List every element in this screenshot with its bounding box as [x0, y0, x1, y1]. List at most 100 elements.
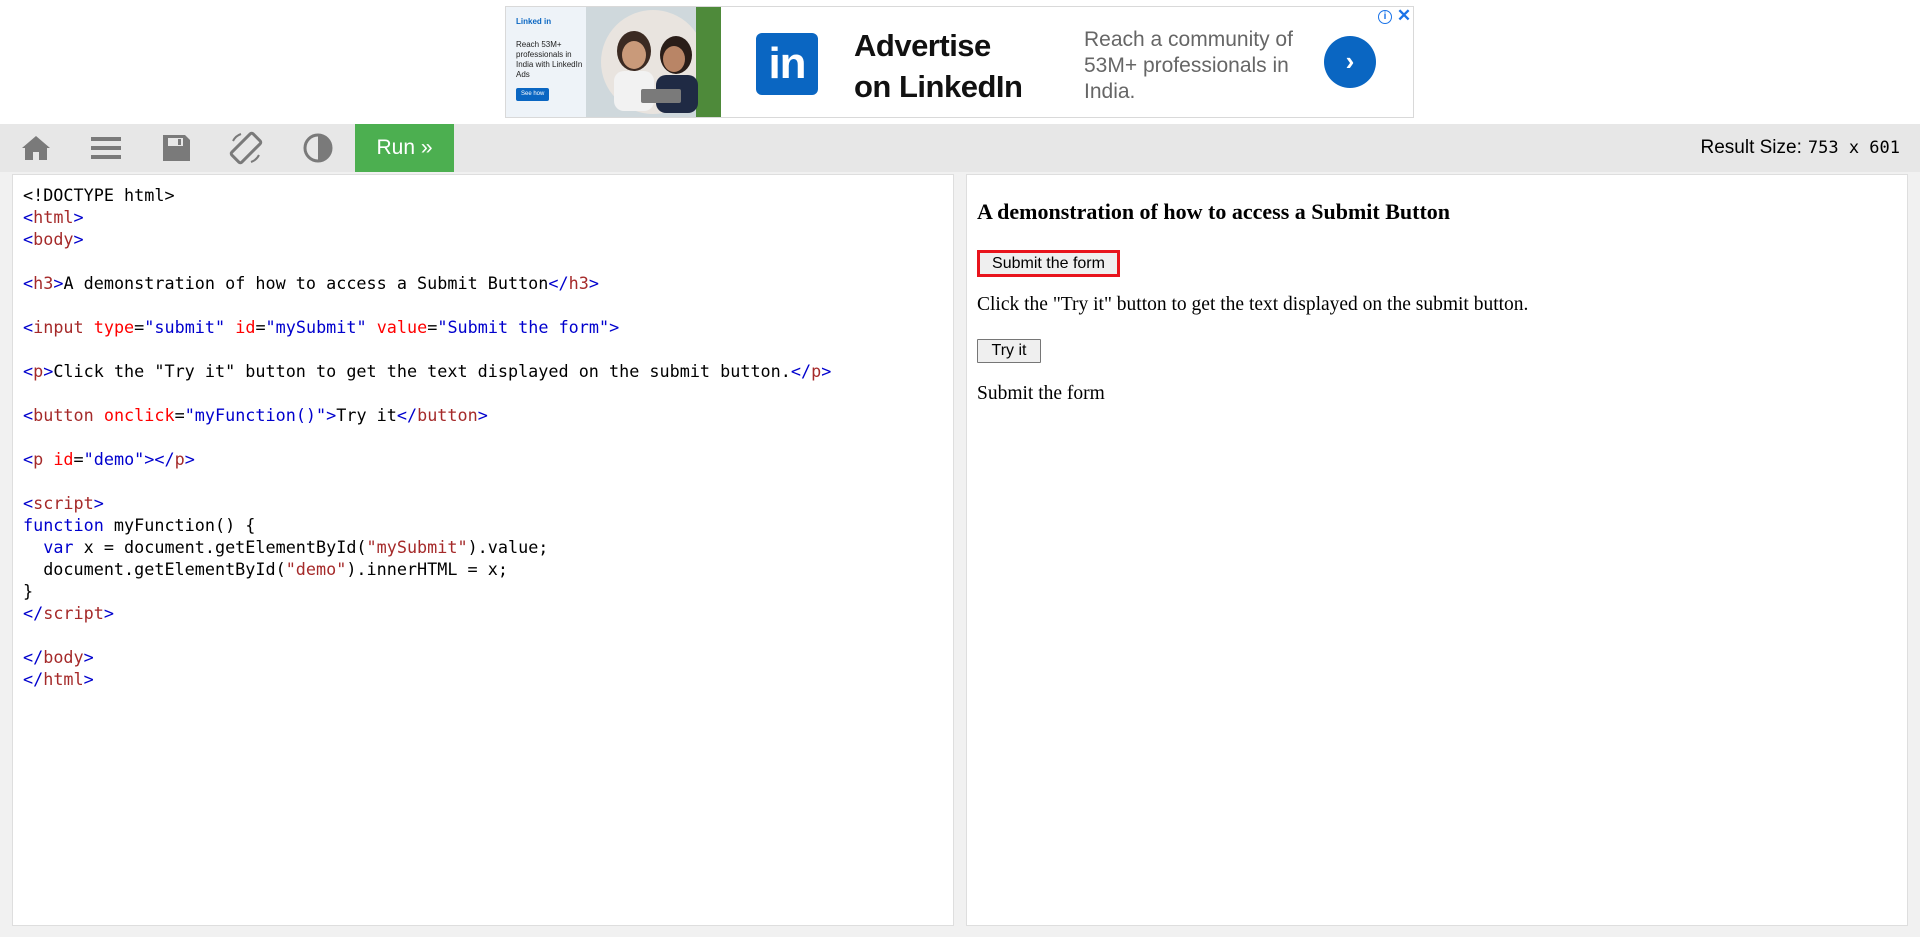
code-editor[interactable]: <!DOCTYPE html> <html> <body> <h3>A demonst… [12, 174, 954, 926]
run-button[interactable]: Run » [355, 124, 454, 172]
rotate-icon [229, 131, 263, 165]
code-token: > [103, 603, 114, 623]
linkedin-logo-icon: in [756, 33, 818, 95]
code-line[interactable]: <input type="submit" id="mySubmit" value… [23, 316, 831, 338]
ad-thumbnail-cta: See how [516, 88, 550, 101]
code-token: = [73, 449, 84, 469]
submit-button[interactable]: Submit the form [977, 250, 1120, 277]
code-line[interactable] [23, 294, 831, 316]
code-token: button [417, 405, 478, 425]
code-token: "mySubmit" [366, 537, 468, 557]
code-token: > [43, 361, 54, 381]
menu-icon [91, 137, 121, 159]
code-line[interactable] [23, 338, 831, 360]
code-token: A demonstration of how to access a Submi… [63, 273, 549, 293]
code-token: > [609, 317, 620, 337]
code-token: > [93, 493, 104, 513]
ad-thumbnail-headline: Reach 53M+ professionals in India with L… [516, 40, 583, 79]
code-line[interactable]: <p>Click the "Try it" button to get the … [23, 360, 831, 382]
code-line[interactable] [23, 426, 831, 448]
code-token: onclick [103, 405, 175, 425]
try-it-button[interactable]: Try it [977, 339, 1041, 363]
code-token: "demo" [285, 559, 347, 579]
chevron-right-icon[interactable]: › [1324, 36, 1376, 88]
code-token: "Submit the form" [437, 317, 610, 337]
code-token: input [33, 317, 84, 337]
code-line[interactable]: <script> [23, 492, 831, 514]
code-line[interactable] [23, 250, 831, 272]
result-size-indicator: Result Size: 753 x 601 [1701, 136, 1901, 160]
code-token: < [23, 493, 34, 513]
code-line[interactable]: </script> [23, 602, 831, 624]
ad-close-icon[interactable]: ✕ [1396, 7, 1412, 25]
code-token: < [23, 273, 34, 293]
code-token: script [43, 603, 104, 623]
code-token: p [33, 449, 44, 469]
code-token: ></ [144, 449, 175, 469]
code-token: ).value; [467, 537, 549, 557]
code-token: p [174, 449, 185, 469]
code-token: < [23, 361, 34, 381]
code-line[interactable] [23, 470, 831, 492]
code-token: var [43, 537, 74, 557]
code-line[interactable]: var x = document.getElementById("mySubmi… [23, 536, 831, 558]
theme-toggle-button[interactable] [280, 124, 350, 172]
code-token: > [588, 273, 599, 293]
code-token: h3 [568, 273, 589, 293]
code-line[interactable]: <html> [23, 206, 831, 228]
home-button[interactable] [0, 124, 70, 172]
menu-button[interactable] [70, 124, 140, 172]
code-token: > [83, 669, 94, 689]
save-button[interactable] [140, 124, 210, 172]
code-token: > [83, 647, 94, 667]
contrast-icon [303, 133, 333, 163]
code-line[interactable]: <!DOCTYPE html> [23, 184, 831, 206]
code-line[interactable]: <p id="demo"></p> [23, 448, 831, 470]
code-token: Try it [336, 405, 397, 425]
code-token: h3 [33, 273, 54, 293]
code-token: Click the "Try it" button to get the tex… [53, 361, 791, 381]
code-token: > [821, 361, 832, 381]
code-line[interactable]: function myFunction() { [23, 514, 831, 536]
code-line[interactable]: </html> [23, 668, 831, 690]
code-token: html [43, 669, 84, 689]
code-token: </ [23, 647, 44, 667]
code-token: document.getElementById( [23, 559, 286, 579]
code-token: id [235, 317, 256, 337]
code-token: </ [396, 405, 418, 425]
ad-thumbnail-text: Linked in Reach 53M+ professionals in In… [516, 17, 584, 101]
linkedin-ad-banner[interactable]: Linked in Reach 53M+ professionals in In… [505, 6, 1414, 118]
code-line[interactable] [23, 624, 831, 646]
code-token: myFunction() { [103, 515, 256, 535]
code-token: "submit" [144, 317, 226, 337]
code-token: > [477, 405, 488, 425]
ad-description: Reach a community of 53M+ professionals … [1084, 28, 1293, 103]
code-token: "myFunction()" [184, 405, 327, 425]
result-instruction: Click the "Try it" button to get the tex… [977, 294, 1529, 315]
code-line[interactable]: <button onclick="myFunction()">Try it</b… [23, 404, 831, 426]
code-line[interactable]: } [23, 580, 831, 602]
code-token: < [23, 317, 34, 337]
code-token: value [376, 317, 428, 337]
code-line[interactable]: <body> [23, 228, 831, 250]
code-line[interactable] [23, 382, 831, 404]
code-token: > [326, 405, 337, 425]
code-line[interactable]: document.getElementById("demo").innerHTM… [23, 558, 831, 580]
ad-info-icon[interactable]: i [1378, 10, 1392, 24]
code-token: p [811, 361, 822, 381]
code-token: ).innerHTML = x; [346, 559, 508, 579]
result-frame[interactable]: A demonstration of how to access a Submi… [966, 174, 1908, 926]
ad-thumbnail[interactable]: Linked in Reach 53M+ professionals in In… [506, 7, 721, 117]
code-line[interactable]: <h3>A demonstration of how to access a S… [23, 272, 831, 294]
code-token: < [23, 207, 34, 227]
code-token: html [33, 207, 74, 227]
code-token: x = document.getElementById( [73, 537, 367, 557]
code-content[interactable]: <!DOCTYPE html> <html> <body> <h3>A demonst… [23, 184, 831, 690]
code-token: "mySubmit" [265, 317, 367, 337]
code-token: p [33, 361, 44, 381]
rotate-button[interactable] [210, 124, 280, 172]
code-line[interactable]: </body> [23, 646, 831, 668]
ad-title[interactable]: Advertise on LinkedIn [854, 25, 1034, 107]
code-token: </ [790, 361, 812, 381]
